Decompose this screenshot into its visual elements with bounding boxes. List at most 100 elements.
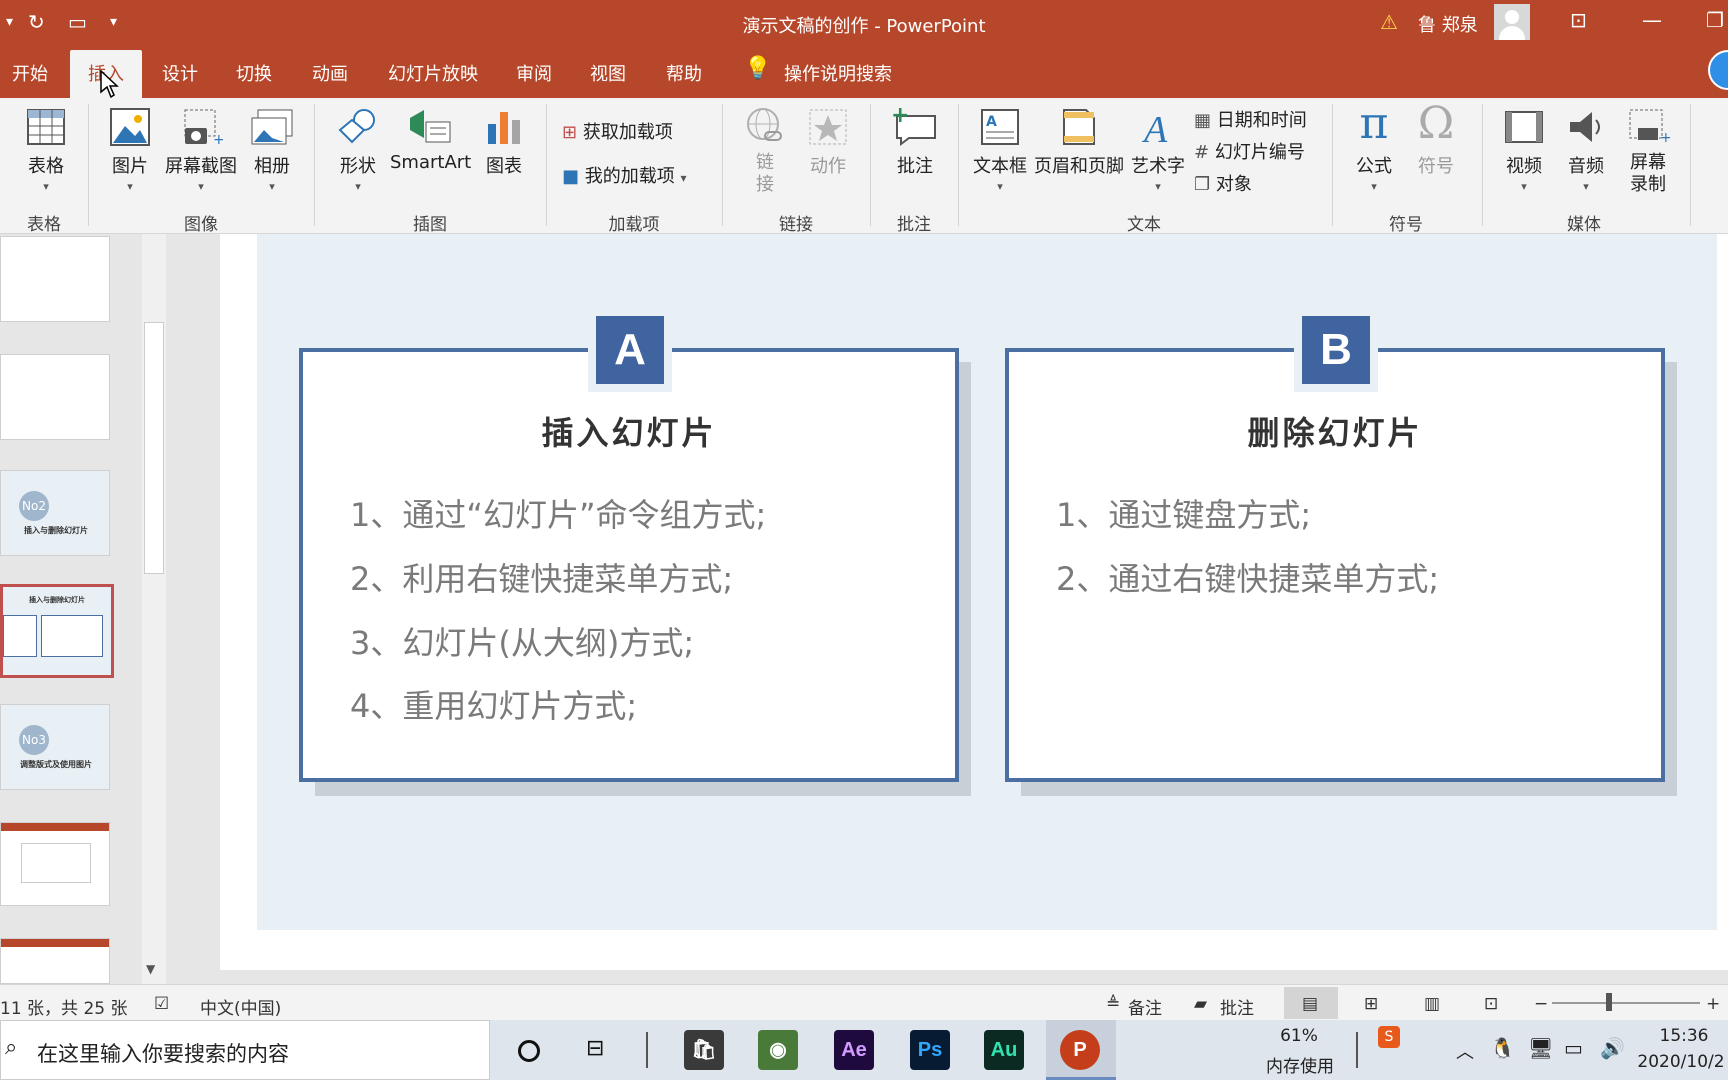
slide-thumbnail-4-selected[interactable]: 插入与删除幻灯片 bbox=[0, 584, 114, 678]
video-button[interactable]: 视频 ▾ bbox=[1494, 108, 1554, 193]
hash-icon: # bbox=[1194, 142, 1210, 163]
comment-icon: + bbox=[891, 106, 936, 146]
warning-icon[interactable]: ⚠ bbox=[1380, 10, 1398, 34]
avatar[interactable] bbox=[1494, 4, 1530, 40]
photoshop-icon[interactable]: Ps bbox=[910, 1030, 950, 1070]
card-b-title[interactable]: 删除幻灯片 bbox=[1005, 408, 1665, 454]
card-a-item[interactable]: 4、重用幻灯片方式; bbox=[350, 681, 637, 727]
scrollbar-thumb[interactable] bbox=[144, 322, 164, 574]
account-circle-icon[interactable] bbox=[1708, 50, 1728, 90]
slide-counter[interactable]: 11 张，共 25 张 bbox=[0, 994, 127, 1019]
table-button[interactable]: 表格 ▾ bbox=[16, 108, 76, 193]
tab-animations[interactable]: 动画 bbox=[312, 60, 348, 86]
qq-icon[interactable]: 🐧 bbox=[1490, 1036, 1515, 1060]
reading-view-icon[interactable]: ▥ bbox=[1424, 994, 1440, 1014]
slide-sorter-icon[interactable]: ⊞ bbox=[1364, 994, 1378, 1014]
normal-view-icon[interactable]: ▤ bbox=[1302, 994, 1318, 1014]
tab-slideshow[interactable]: 幻灯片放映 bbox=[388, 60, 478, 86]
notes-button[interactable]: 备注 bbox=[1128, 994, 1162, 1019]
show-hidden-icons-icon[interactable]: ︿ bbox=[1456, 1038, 1474, 1064]
after-effects-icon[interactable]: Ae bbox=[834, 1030, 874, 1070]
minimize-icon[interactable]: — bbox=[1642, 8, 1662, 32]
comment-button[interactable]: + 批注 bbox=[884, 106, 946, 178]
group-label-links: 链接 bbox=[779, 215, 813, 235]
tab-review[interactable]: 审阅 bbox=[516, 60, 552, 86]
group-separator bbox=[958, 104, 959, 226]
volume-icon[interactable]: 🔊 bbox=[1600, 1036, 1625, 1060]
textbox-button[interactable]: A 文本框 ▾ bbox=[970, 108, 1030, 193]
user-name[interactable]: 鲁 郑泉 bbox=[1418, 11, 1478, 37]
browser-app-icon[interactable]: ◉ bbox=[758, 1030, 798, 1070]
tell-me-search[interactable]: 操作说明搜索 bbox=[784, 60, 892, 86]
zoom-out-icon[interactable]: − bbox=[1534, 994, 1548, 1014]
thumb-card-a bbox=[3, 615, 37, 657]
shapes-button[interactable]: 形状 ▾ bbox=[328, 108, 388, 193]
tab-transitions[interactable]: 切换 bbox=[236, 60, 272, 86]
card-b-item[interactable]: 2、通过右键快捷菜单方式; bbox=[1056, 554, 1439, 600]
card-b-item[interactable]: 1、通过键盘方式; bbox=[1056, 490, 1311, 536]
datetime-button[interactable]: ▦ 日期和时间 bbox=[1194, 106, 1307, 132]
smartart-button[interactable]: SmartArt bbox=[390, 108, 471, 173]
store-app-icon[interactable]: 🛍 bbox=[684, 1030, 724, 1070]
screenshot-button[interactable]: + 屏幕截图 ▾ bbox=[162, 108, 240, 193]
task-view-icon[interactable]: ⊟ bbox=[586, 1036, 604, 1061]
tab-view[interactable]: 视图 bbox=[590, 60, 626, 86]
zoom-in-icon[interactable]: + bbox=[1706, 994, 1720, 1014]
slide-thumbnail-7[interactable] bbox=[0, 938, 110, 984]
network-icon[interactable]: 🖥 bbox=[1528, 1036, 1553, 1060]
memory-percent[interactable]: 61% bbox=[1264, 1026, 1334, 1046]
card-a-item[interactable]: 1、通过“幻灯片”命令组方式; bbox=[350, 490, 766, 536]
language-indicator[interactable]: 中文(中国) bbox=[200, 994, 281, 1019]
ribbon-display-icon[interactable]: ⊡ bbox=[1570, 8, 1587, 32]
slideshow-view-icon[interactable]: ⊡ bbox=[1484, 994, 1498, 1014]
link-button[interactable]: 链接 bbox=[738, 106, 792, 196]
photo-album-button[interactable]: 相册 ▾ bbox=[244, 108, 300, 193]
slide-thumbnail-2[interactable] bbox=[0, 354, 110, 440]
audition-icon[interactable]: Au bbox=[984, 1030, 1024, 1070]
card-a-item[interactable]: 3、幻灯片(从大纲)方式; bbox=[350, 618, 694, 664]
group-label-tables: 表格 bbox=[27, 215, 61, 235]
restore-icon[interactable]: ❐ bbox=[1706, 8, 1724, 32]
screen-recording-button[interactable]: + 屏幕 录制 bbox=[1620, 108, 1676, 196]
comments-icon[interactable]: ▰ bbox=[1194, 994, 1207, 1014]
chart-button[interactable]: 图表 bbox=[476, 108, 532, 178]
card-a-item[interactable]: 2、利用右键快捷菜单方式; bbox=[350, 554, 733, 600]
taskbar-search-box[interactable]: ⌕ 在这里输入你要搜索的内容 bbox=[0, 1020, 490, 1080]
picture-icon bbox=[110, 108, 150, 146]
tab-design[interactable]: 设计 bbox=[162, 60, 198, 86]
comments-button[interactable]: 批注 bbox=[1220, 994, 1254, 1019]
symbol-button[interactable]: Ω 符号 bbox=[1408, 102, 1464, 178]
slide-thumbnail-5[interactable]: No3 调整版式及使用图片 bbox=[0, 704, 110, 790]
action-button[interactable]: 动作 bbox=[800, 108, 856, 178]
powerpoint-icon[interactable]: P bbox=[1060, 1030, 1100, 1070]
zoom-slider[interactable] bbox=[1552, 1002, 1700, 1004]
audio-button[interactable]: 音频 ▾ bbox=[1556, 108, 1616, 193]
slide-thumbnail-3[interactable]: No2 插入与删除幻灯片 bbox=[0, 470, 110, 556]
slide-thumbnail-6[interactable] bbox=[0, 822, 110, 906]
picture-button[interactable]: 图片 ▾ bbox=[100, 108, 160, 193]
scroll-down-icon[interactable]: ▼ bbox=[146, 962, 155, 976]
wordart-button[interactable]: A 艺术字 ▾ bbox=[1128, 108, 1188, 193]
zoom-slider-thumb[interactable] bbox=[1606, 993, 1612, 1011]
clock-date[interactable]: 2020/10/2 bbox=[1634, 1052, 1728, 1072]
my-addins-button[interactable]: ■ 我的加载项 ▾ bbox=[562, 162, 687, 188]
battery-icon[interactable]: ▭ bbox=[1564, 1036, 1583, 1060]
spellcheck-icon[interactable]: ☑ bbox=[154, 994, 169, 1014]
clock-time[interactable]: 15:36 bbox=[1640, 1026, 1728, 1046]
memory-label[interactable]: 内存使用 bbox=[1260, 1052, 1340, 1077]
tab-help[interactable]: 帮助 bbox=[666, 60, 702, 86]
slide-thumbnail-1[interactable] bbox=[0, 236, 110, 322]
notes-icon[interactable]: ≜ bbox=[1106, 994, 1120, 1014]
cortana-icon[interactable] bbox=[518, 1040, 540, 1062]
svg-text:+: + bbox=[891, 106, 909, 128]
equation-button[interactable]: π 公式 ▾ bbox=[1346, 102, 1402, 194]
card-a-title[interactable]: 插入幻灯片 bbox=[299, 408, 959, 454]
slide-number-button[interactable]: # 幻灯片编号 bbox=[1194, 138, 1305, 164]
object-button[interactable]: ❐ 对象 bbox=[1194, 170, 1252, 196]
tab-home[interactable]: 开始 bbox=[12, 60, 48, 86]
lightbulb-icon[interactable]: 💡 bbox=[744, 56, 771, 81]
group-separator bbox=[1690, 104, 1691, 226]
header-footer-button[interactable]: 页眉和页脚 bbox=[1032, 108, 1126, 178]
get-addins-button[interactable]: ⊞ 获取加载项 bbox=[562, 118, 673, 144]
input-method-icon[interactable]: S bbox=[1378, 1026, 1400, 1048]
